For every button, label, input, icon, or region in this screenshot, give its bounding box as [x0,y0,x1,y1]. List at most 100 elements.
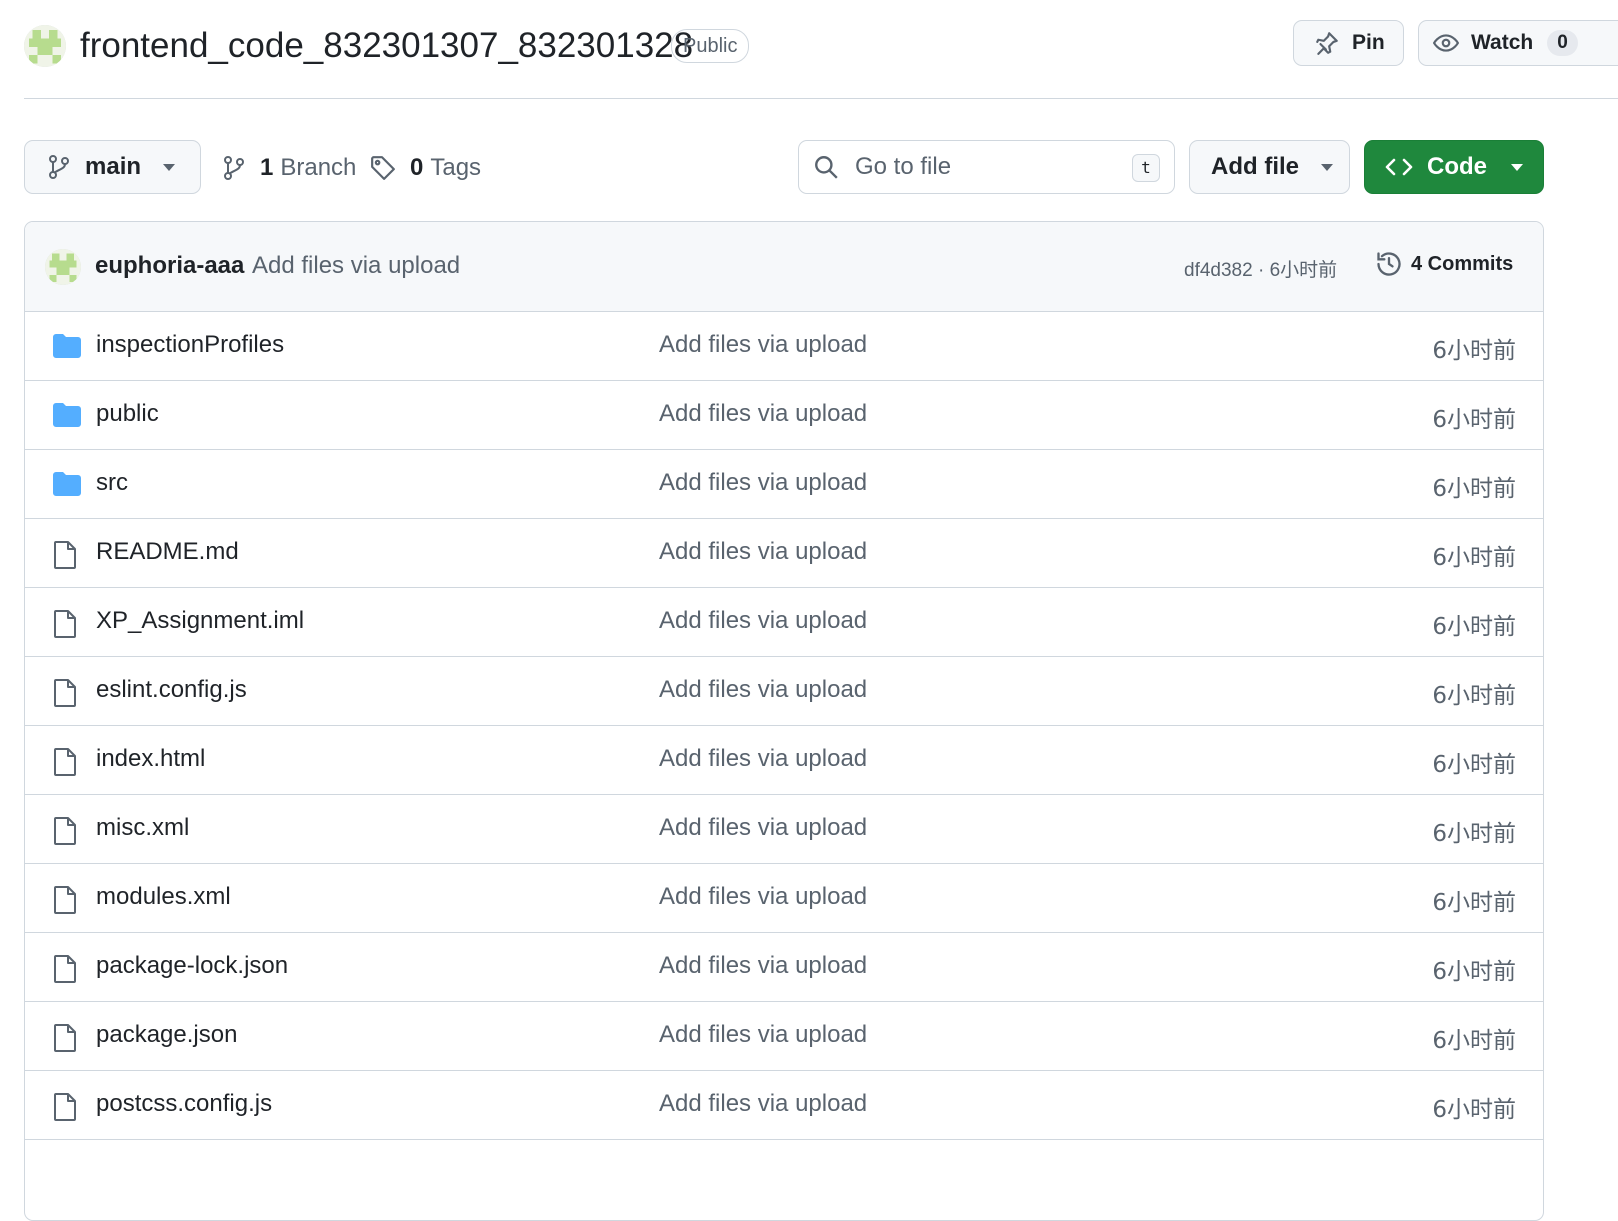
file-icon [52,954,78,989]
file-icon [52,816,78,851]
file-icon [52,1023,78,1058]
file-name[interactable]: package.json [96,1021,237,1049]
file-icon [52,609,78,644]
table-row[interactable]: XP_Assignment.iml Add files via upload 6小时… [25,588,1543,657]
table-row[interactable]: eslint.config.js Add files via upload 6小时前 [25,657,1543,726]
keyboard-shortcut-hint: t [1132,154,1160,182]
table-row[interactable]: package.json Add files via upload 6小时前 [25,1002,1543,1071]
file-commit-time: 6小时前 [1432,890,1516,916]
watch-count: 0 [1547,30,1578,56]
eye-icon [1433,34,1459,52]
file-name[interactable]: package-lock.json [96,952,288,980]
table-row[interactable]: README.md Add files via upload 6小时前 [25,519,1543,588]
pin-button[interactable]: Pin [1293,20,1404,66]
file-commit-time: 6小时前 [1432,1097,1516,1123]
search-icon [815,156,838,179]
file-commit-time: 6小时前 [1432,752,1516,778]
table-row[interactable]: package-lock.json Add files via upload 6小时… [25,933,1543,1002]
file-name[interactable]: src [96,469,128,497]
file-name[interactable]: public [96,400,159,428]
watch-label: Watch [1471,31,1534,54]
file-commit-message[interactable]: Add files via upload [659,607,867,635]
owner-avatar[interactable] [24,25,66,67]
branches-label: Branch [280,154,357,181]
go-to-file-search[interactable]: t [798,140,1175,194]
latest-commit-bar: euphoria-aaa Add files via upload df4d38… [25,222,1543,312]
file-browser: euphoria-aaa Add files via upload df4d38… [24,221,1544,1221]
file-name[interactable]: XP_Assignment.iml [96,607,304,635]
file-commit-message[interactable]: Add files via upload [659,1090,867,1118]
pin-label: Pin [1352,31,1385,54]
file-icon [52,747,78,782]
git-branch-icon [224,156,244,180]
chevron-down-icon [1511,163,1523,171]
file-commit-message[interactable]: Add files via upload [659,331,867,359]
branches-link[interactable]: 1 Branch [222,148,356,188]
file-commit-message[interactable]: Add files via upload [659,400,867,428]
file-name[interactable]: README.md [96,538,239,566]
add-file-button[interactable]: Add file [1189,140,1350,194]
file-name[interactable]: inspectionProfiles [96,331,284,359]
file-commit-message[interactable]: Add files via upload [659,676,867,704]
file-commit-time: 6小时前 [1432,614,1516,640]
file-commit-time: 6小时前 [1432,683,1516,709]
visibility-badge: Public [671,29,750,63]
history-icon [1377,252,1401,276]
table-row[interactable]: src Add files via upload 6小时前 [25,450,1543,519]
chevron-down-icon [163,163,176,171]
go-to-file-input[interactable] [853,152,1127,182]
file-commit-message[interactable]: Add files via upload [659,814,867,842]
file-commit-message[interactable]: Add files via upload [659,1021,867,1049]
folder-icon [52,402,82,433]
chevron-down-icon [1321,163,1333,171]
commits-history-link[interactable]: 4 Commits [1375,250,1513,278]
table-row[interactable]: index.html Add files via upload 6小时前 [25,726,1543,795]
add-file-label: Add file [1211,153,1299,180]
folder-icon [52,471,82,502]
file-commit-time: 6小时前 [1432,1028,1516,1054]
file-list: inspectionProfiles Add files via upload 6小… [25,312,1543,1140]
git-branch-icon [49,155,69,179]
table-row[interactable]: public Add files via upload 6小时前 [25,381,1543,450]
file-icon [52,885,78,920]
code-label: Code [1427,153,1487,180]
file-name[interactable]: postcss.config.js [96,1090,272,1118]
branch-selector[interactable]: main [24,140,201,194]
file-icon [52,1092,78,1127]
file-commit-message[interactable]: Add files via upload [659,883,867,911]
tag-icon [371,156,395,180]
file-name[interactable]: modules.xml [96,883,231,911]
file-commit-message[interactable]: Add files via upload [659,952,867,980]
file-name[interactable]: index.html [96,745,205,773]
file-name[interactable]: misc.xml [96,814,189,842]
commit-hash-time[interactable]: df4d382 · 6小时前 [1184,255,1337,282]
table-row[interactable]: postcss.config.js Add files via upload 6小时… [25,1071,1543,1140]
repo-name[interactable]: frontend_code_832301307_832301328 [80,24,693,68]
tags-label: Tags [430,154,482,181]
tags-link[interactable]: 0 Tags [370,148,481,188]
branch-name: main [85,153,142,180]
commit-author-avatar[interactable] [45,249,81,285]
table-row[interactable]: misc.xml Add files via upload 6小时前 [25,795,1543,864]
code-icon [1385,158,1413,176]
table-row[interactable]: inspectionProfiles Add files via upload 6小… [25,312,1543,381]
file-commit-time: 6小时前 [1432,821,1516,847]
file-icon [52,540,78,575]
pin-icon [1316,32,1338,55]
file-commit-time: 6小时前 [1432,959,1516,985]
header-divider [24,98,1618,99]
file-commit-message[interactable]: Add files via upload [659,469,867,497]
branches-count: 1 [260,154,274,181]
file-commit-message[interactable]: Add files via upload [659,538,867,566]
file-commit-time: 6小时前 [1432,476,1516,502]
file-name[interactable]: eslint.config.js [96,676,247,704]
file-icon [52,678,78,713]
file-commit-message[interactable]: Add files via upload [659,745,867,773]
watch-button[interactable]: Watch 0 [1418,20,1618,66]
commit-message[interactable]: Add files via upload [252,252,460,280]
commit-author[interactable]: euphoria-aaa [95,252,244,280]
file-commit-time: 6小时前 [1432,407,1516,433]
code-button[interactable]: Code [1364,140,1544,194]
folder-icon [52,333,82,364]
table-row[interactable]: modules.xml Add files via upload 6小时前 [25,864,1543,933]
